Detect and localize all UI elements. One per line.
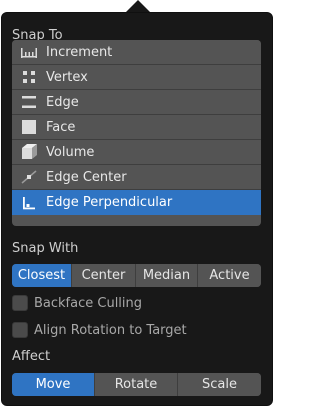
affect-scale[interactable]: Scale <box>178 373 261 396</box>
snap-to-edge-center[interactable]: Edge Center <box>12 165 261 190</box>
popover-arrow <box>126 0 150 12</box>
snap-with-median[interactable]: Median <box>136 264 198 287</box>
increment-icon <box>12 40 46 65</box>
snap-with-closest[interactable]: Closest <box>12 264 72 287</box>
align-rotation-checkbox[interactable] <box>12 322 28 338</box>
backface-culling-row[interactable]: Backface Culling <box>12 294 142 312</box>
snap-with-center[interactable]: Center <box>72 264 136 287</box>
snap-to-vertex[interactable]: Vertex <box>12 65 261 90</box>
snap-to-face[interactable]: Face <box>12 115 261 140</box>
edge-perpendicular-icon <box>12 190 46 215</box>
snap-to-list: Increment Vertex Edge Face Volume Edge C… <box>12 40 261 226</box>
snap-to-edge[interactable]: Edge <box>12 90 261 115</box>
snap-with-active[interactable]: Active <box>198 264 261 287</box>
snap-with-label: Snap With <box>12 241 79 256</box>
edge-icon <box>12 90 46 115</box>
snap-to-item-label: Edge Perpendicular <box>46 195 173 210</box>
snap-to-volume[interactable]: Volume <box>12 140 261 165</box>
snap-to-item-label: Volume <box>46 144 95 160</box>
backface-culling-checkbox[interactable] <box>12 295 28 311</box>
snap-to-item-label: Edge <box>46 94 79 110</box>
backface-culling-label: Backface Culling <box>34 295 143 311</box>
edge-center-icon <box>12 165 46 190</box>
align-rotation-label: Align Rotation to Target <box>34 322 187 338</box>
snap-with-selector: Closest Center Median Active <box>12 264 261 287</box>
affect-move[interactable]: Move <box>12 373 95 396</box>
snap-to-item-label: Vertex <box>46 69 88 85</box>
snap-to-item-label: Increment <box>46 44 113 60</box>
affect-selector: Move Rotate Scale <box>12 373 261 396</box>
snap-to-edge-perpendicular[interactable]: Edge Perpendicular <box>12 190 261 215</box>
snap-to-item-label: Edge Center <box>46 169 127 185</box>
volume-icon <box>12 140 46 165</box>
vertex-icon <box>12 65 46 90</box>
affect-label: Affect <box>12 349 51 364</box>
align-rotation-row[interactable]: Align Rotation to Target <box>12 321 187 339</box>
face-icon <box>12 115 46 140</box>
snap-to-increment[interactable]: Increment <box>12 40 261 65</box>
affect-rotate[interactable]: Rotate <box>95 373 178 396</box>
snap-to-item-label: Face <box>46 119 76 135</box>
